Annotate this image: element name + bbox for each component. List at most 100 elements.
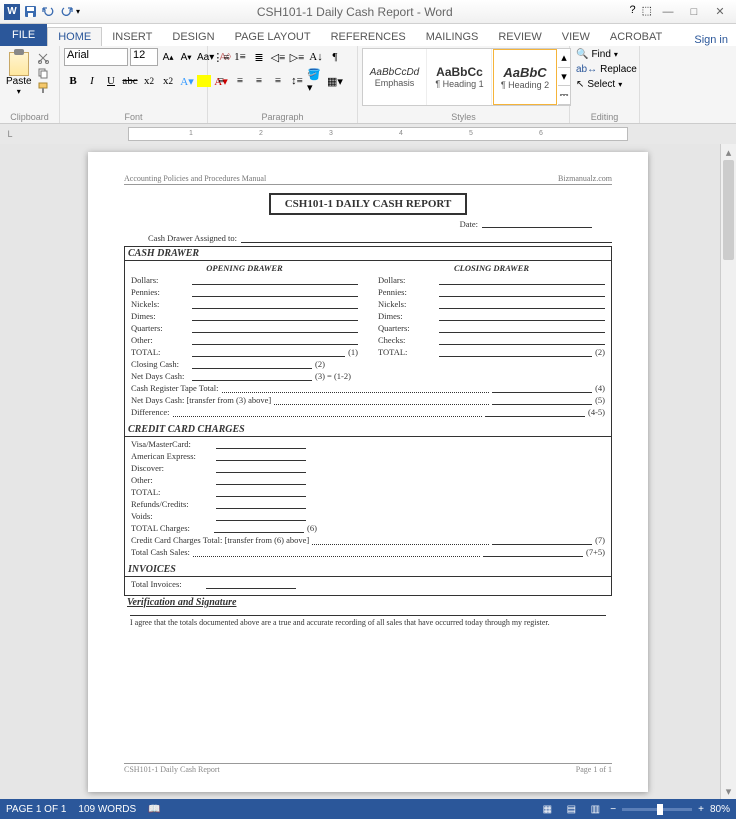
group-styles: AaBbCcDd Emphasis AaBbCc ¶ Heading 1 AaB…: [358, 46, 570, 123]
sort-icon[interactable]: A↓: [307, 48, 325, 66]
style-heading2[interactable]: AaBbC ¶ Heading 2: [493, 49, 557, 105]
ribbon-display-icon[interactable]: ⬚: [642, 4, 652, 20]
field-label: Nickels:: [378, 299, 436, 309]
zoom-out-button[interactable]: −: [610, 804, 616, 815]
help-icon[interactable]: ?: [629, 4, 635, 20]
increase-indent-icon[interactable]: ▷≡: [288, 48, 306, 66]
zoom-slider[interactable]: [622, 808, 692, 811]
tab-references[interactable]: REFERENCES: [321, 28, 416, 46]
doc-title: CSH101-1 DAILY CASH REPORT: [269, 193, 468, 215]
field-label: American Express:: [131, 451, 213, 461]
field-label: Pennies:: [378, 287, 436, 297]
ribbon: Paste ▾ Clipboard Arial 12 A▴ A▾ Aa▾ A◊ …: [0, 46, 736, 124]
maximize-button[interactable]: □: [684, 4, 704, 20]
align-center-icon[interactable]: ≡: [231, 72, 249, 90]
underline-button[interactable]: U: [102, 72, 120, 90]
tab-insert[interactable]: INSERT: [102, 28, 162, 46]
date-label: Date:: [460, 219, 478, 229]
verification-text: I agree that the totals documented above…: [124, 618, 612, 633]
superscript-button[interactable]: x2: [159, 72, 177, 90]
tab-selector[interactable]: L: [0, 124, 20, 144]
page-count[interactable]: PAGE 1 OF 1: [6, 804, 66, 815]
tab-review[interactable]: REVIEW: [488, 28, 551, 46]
vertical-scrollbar[interactable]: ▴ ▾: [720, 144, 736, 799]
cut-icon[interactable]: [37, 52, 51, 66]
align-right-icon[interactable]: ≡: [250, 72, 268, 90]
replace-button[interactable]: ab↔ Replace: [574, 63, 639, 76]
borders-icon[interactable]: ▦▾: [326, 72, 344, 90]
justify-icon[interactable]: ≡: [269, 72, 287, 90]
document-page[interactable]: Accounting Policies and Procedures Manua…: [88, 152, 648, 792]
main-form-box: CASH DRAWER OPENING DRAWER Dollars:Penni…: [124, 246, 612, 596]
gallery-down-icon[interactable]: ▾: [558, 68, 570, 87]
bullets-icon[interactable]: ⋮≡: [212, 48, 230, 66]
redo-icon[interactable]: [58, 4, 74, 20]
replace-icon: ab↔: [576, 64, 597, 75]
tab-acrobat[interactable]: ACROBAT: [600, 28, 672, 46]
web-layout-icon[interactable]: ▥: [586, 802, 604, 816]
tab-file[interactable]: FILE: [0, 24, 47, 46]
group-label: Paragraph: [208, 112, 357, 122]
scroll-up-icon[interactable]: ▴: [721, 144, 736, 160]
zoom-level[interactable]: 80%: [710, 804, 730, 815]
font-family-select[interactable]: Arial: [64, 48, 128, 66]
font-size-select[interactable]: 12: [130, 48, 158, 66]
scrollbar-thumb[interactable]: [723, 160, 734, 260]
group-label: Styles: [358, 112, 569, 122]
undo-icon[interactable]: [40, 4, 56, 20]
find-button[interactable]: 🔍 Find▾: [574, 48, 620, 61]
format-painter-icon[interactable]: [37, 82, 51, 96]
tab-mailings[interactable]: MAILINGS: [416, 28, 489, 46]
close-button[interactable]: ✕: [710, 4, 730, 20]
paste-button[interactable]: Paste ▾: [4, 48, 34, 100]
select-button[interactable]: ↖ Select▾: [574, 78, 624, 91]
spell-check-icon[interactable]: 📖: [148, 804, 160, 815]
bold-button[interactable]: B: [64, 72, 82, 90]
ribbon-tabs: FILE HOME INSERT DESIGN PAGE LAYOUT REFE…: [0, 24, 736, 46]
style-emphasis[interactable]: AaBbCcDd Emphasis: [363, 49, 427, 105]
gallery-up-icon[interactable]: ▴: [558, 49, 570, 68]
field-label: Pennies:: [131, 287, 189, 297]
italic-button[interactable]: I: [83, 72, 101, 90]
subscript-button[interactable]: x2: [140, 72, 158, 90]
decrease-indent-icon[interactable]: ◁≡: [269, 48, 287, 66]
read-mode-icon[interactable]: ▦: [538, 802, 556, 816]
tab-page-layout[interactable]: PAGE LAYOUT: [225, 28, 321, 46]
save-icon[interactable]: [22, 4, 38, 20]
scroll-down-icon[interactable]: ▾: [721, 783, 736, 799]
print-layout-icon[interactable]: ▤: [562, 802, 580, 816]
align-left-icon[interactable]: ≡: [212, 72, 230, 90]
clipboard-icon: [9, 52, 29, 76]
zoom-in-button[interactable]: +: [698, 804, 704, 815]
paste-label: Paste: [6, 76, 32, 87]
horizontal-ruler[interactable]: 123 456: [128, 127, 628, 141]
copy-icon[interactable]: [37, 67, 51, 81]
grow-font-icon[interactable]: A▴: [160, 48, 176, 66]
tab-home[interactable]: HOME: [47, 27, 102, 46]
sign-in-link[interactable]: Sign in: [694, 34, 736, 46]
group-editing: 🔍 Find▾ ab↔ Replace ↖ Select▾ Editing: [570, 46, 640, 123]
show-marks-icon[interactable]: ¶: [326, 48, 344, 66]
numbering-icon[interactable]: 1≡: [231, 48, 249, 66]
word-count[interactable]: 109 WORDS: [78, 804, 136, 815]
doc-header-left: Accounting Policies and Procedures Manua…: [124, 174, 266, 183]
text-effects-icon[interactable]: A▾: [178, 72, 196, 90]
status-bar: PAGE 1 OF 1 109 WORDS 📖 ▦ ▤ ▥ − + 80%: [0, 799, 736, 819]
field-label: Dimes:: [378, 311, 436, 321]
gallery-more-icon[interactable]: ⎓: [558, 86, 570, 105]
style-heading1[interactable]: AaBbCc ¶ Heading 1: [428, 49, 492, 105]
field-label: Quarters:: [131, 323, 189, 333]
shading-icon[interactable]: 🪣▾: [307, 72, 325, 90]
line-spacing-icon[interactable]: ↕≡: [288, 72, 306, 90]
style-gallery[interactable]: AaBbCcDd Emphasis AaBbCc ¶ Heading 1 AaB…: [362, 48, 571, 106]
field-label: TOTAL:: [131, 487, 213, 497]
strikethrough-button[interactable]: abc: [121, 72, 139, 90]
search-icon: 🔍: [576, 49, 588, 60]
group-label: Editing: [570, 112, 639, 122]
section-invoices: INVOICES: [125, 563, 611, 577]
multilevel-icon[interactable]: ≣: [250, 48, 268, 66]
tab-design[interactable]: DESIGN: [162, 28, 224, 46]
shrink-font-icon[interactable]: A▾: [178, 48, 194, 66]
minimize-button[interactable]: —: [658, 4, 678, 20]
tab-view[interactable]: VIEW: [552, 28, 600, 46]
